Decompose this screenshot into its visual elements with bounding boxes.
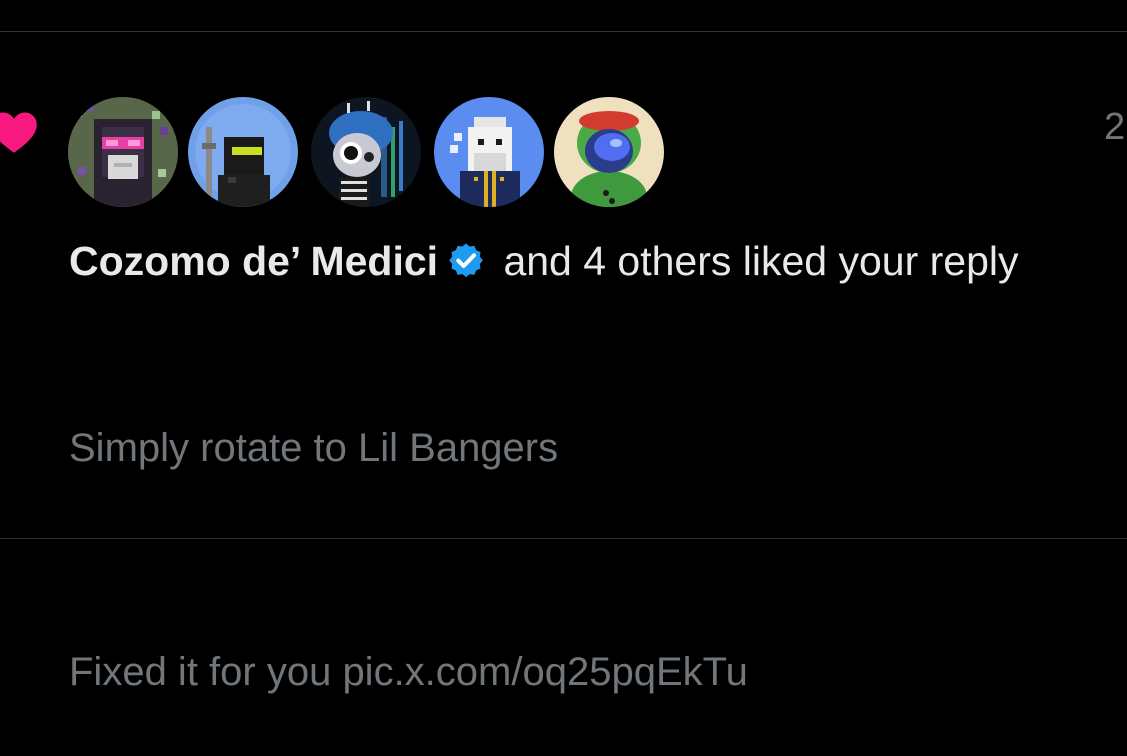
avatar-cozomo-de-medici[interactable] <box>68 97 178 207</box>
avatar-frog-hood[interactable] <box>554 97 664 207</box>
action-text: and 4 others liked your reply <box>492 238 1019 284</box>
timestamp: 2 <box>1104 106 1126 148</box>
notification-headline: Cozomo de’ Medici and 4 others liked you… <box>69 230 1109 292</box>
reply-spacer <box>69 532 1109 588</box>
avatar-punk-cartoon[interactable] <box>311 97 421 207</box>
avatar-pixel-white-hood[interactable] <box>434 97 544 207</box>
bottom-divider <box>0 538 1127 539</box>
verified-badge-icon <box>449 243 483 278</box>
heart-icon <box>0 112 37 153</box>
reply-line-1: Simply rotate to Lil Bangers <box>69 426 559 470</box>
avatar-pixel-soldier[interactable] <box>188 97 298 207</box>
like-notification[interactable]: 2 Cozomo de’ Medici and 4 others liked y… <box>0 32 1127 694</box>
reply-line-2: Fixed it for you pic.x.com/oq25pqEkTu <box>69 650 748 694</box>
actor-name-link[interactable]: Cozomo de’ Medici <box>69 238 438 284</box>
liker-avatars <box>68 97 668 207</box>
reply-preview[interactable]: Simply rotate to Lil Bangers Fixed it fo… <box>69 364 1109 756</box>
